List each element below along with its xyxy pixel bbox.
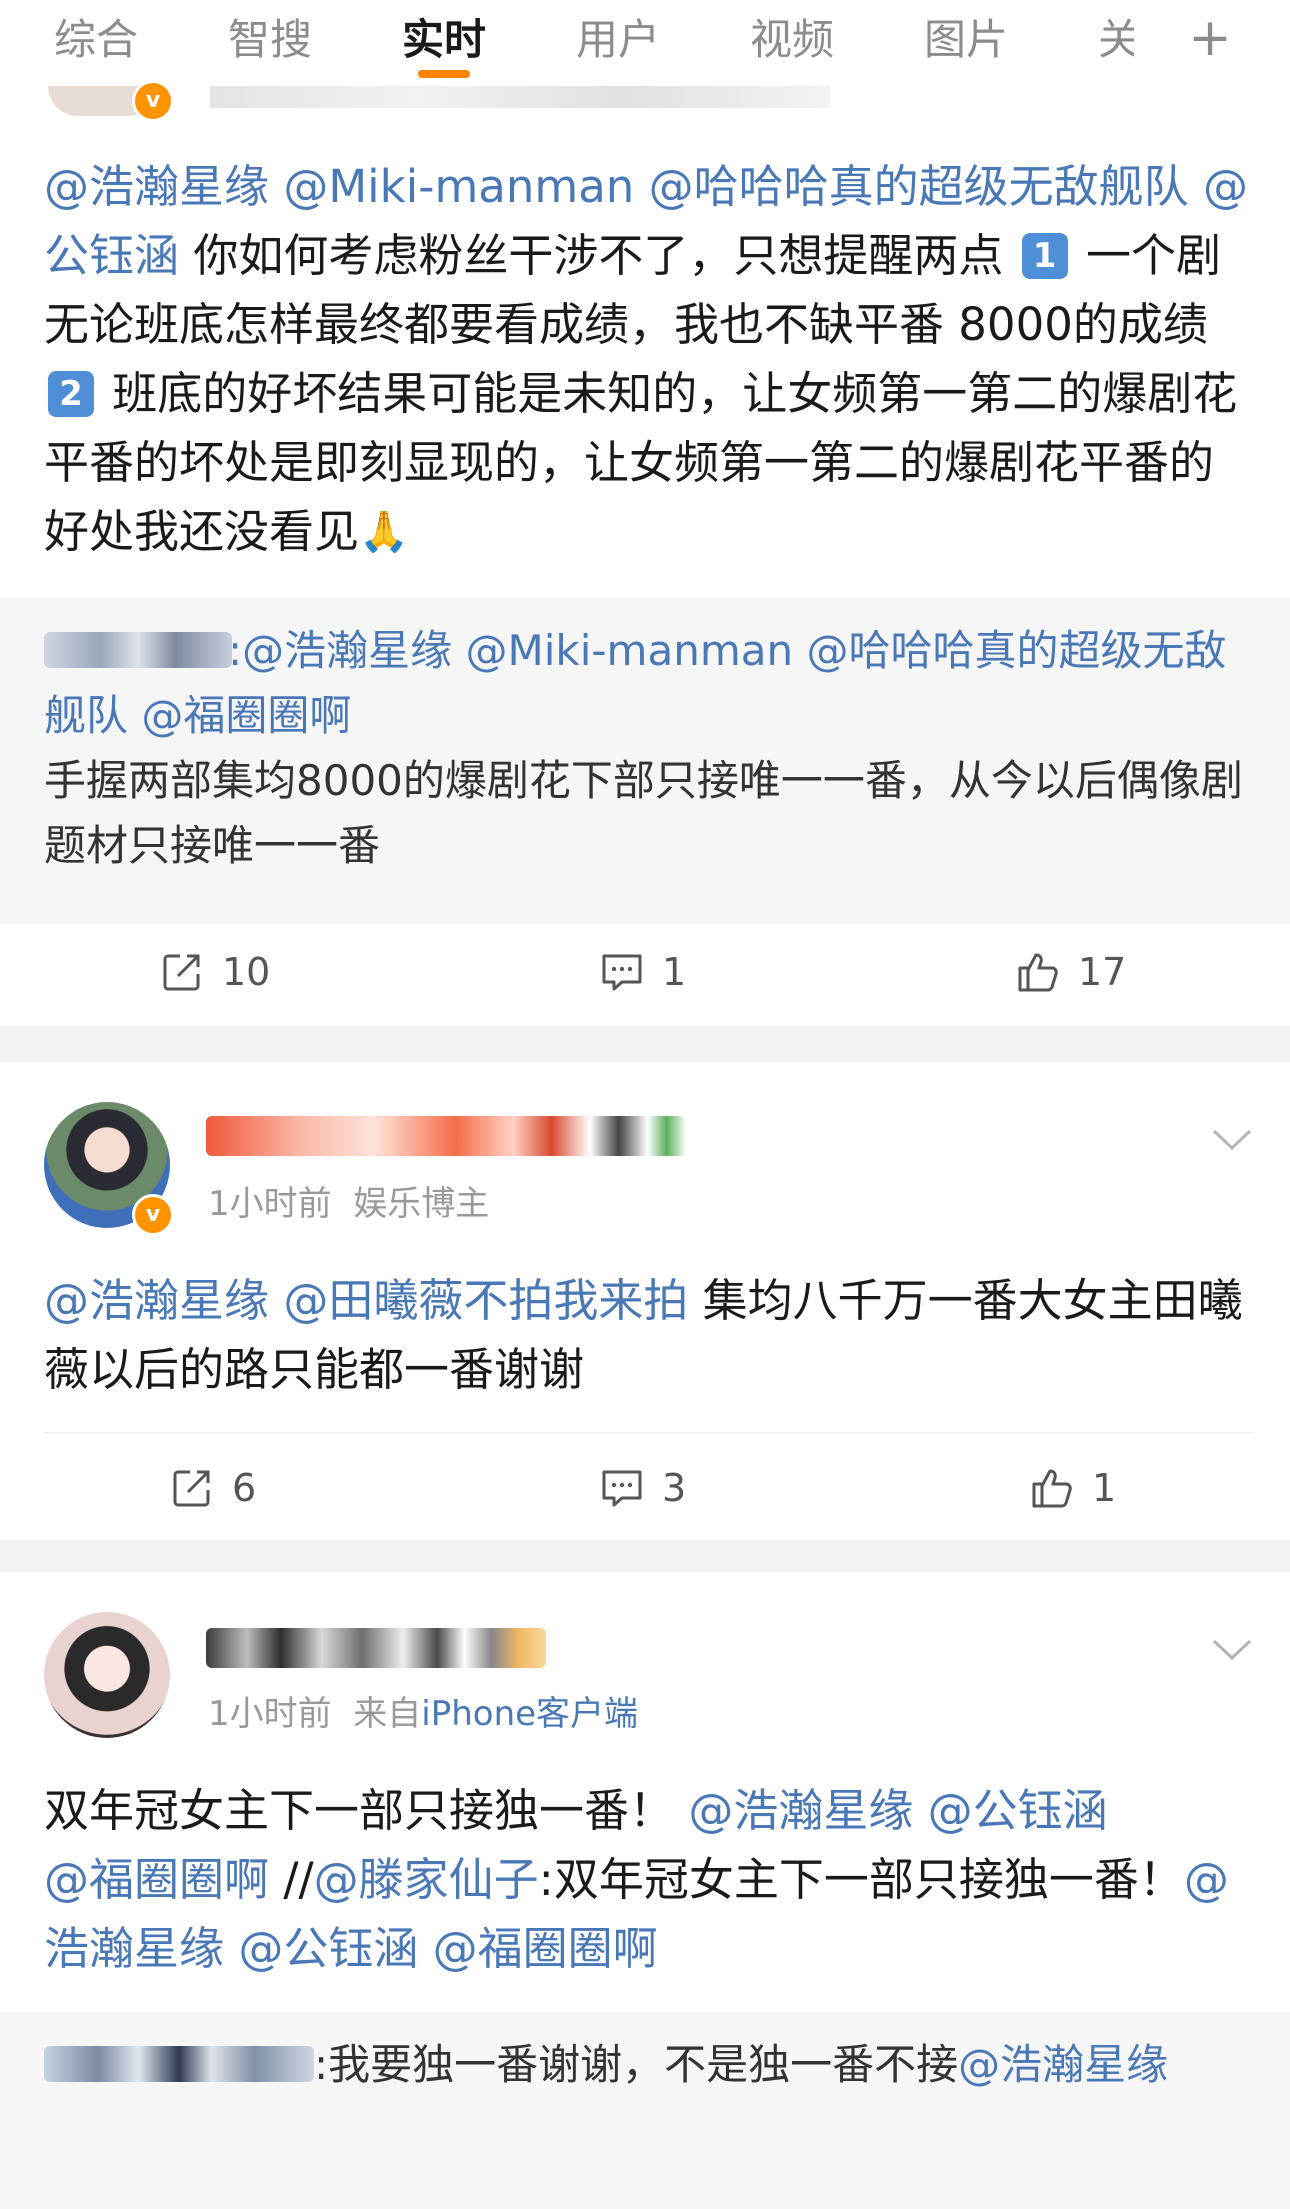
verified-badge-icon: v [132,1194,174,1236]
post-text-segment: 你如何考虑粉丝干涉不了，只想提醒两点 [179,229,1018,282]
repost-count: 10 [222,950,271,994]
comment-icon [602,1470,642,1507]
mention-link[interactable]: @福圈圈啊 [418,1922,658,1975]
post-text-segment: 班底的好坏结果可能是未知的，让女频第一第二的爆剧花平番的坏处是即刻显现的，让女频… [44,367,1238,558]
post-card-2: v 1小时前 娱乐博主 @浩瀚星缘 @田曦薇不拍我来拍 集均八千万一番大女主田曦… [0,1062,1290,1540]
post-source-label: 来自 [353,1694,422,1734]
tab-smart-search[interactable]: 智搜 [228,14,312,66]
add-tab-icon[interactable]: + [1188,12,1232,66]
mention-link[interactable]: @哈哈哈真的超级无敌舰队 [649,160,1189,213]
retweet-box[interactable]: :@浩瀚星缘 @Miki-manman @哈哈哈真的超级无敌舰队 @福圈圈啊 手握… [0,598,1290,924]
repost-button[interactable]: 10 [160,946,270,998]
mention-link[interactable]: @浩瀚星缘 [674,1784,913,1837]
post-time: 1小时前 [208,1184,332,1224]
blurred-username[interactable] [206,1116,686,1156]
blurred-username[interactable] [206,1628,546,1668]
like-button[interactable]: 1 [1030,1462,1116,1514]
post-text-segment: :双年冠女主下一部只接独一番！ [538,1853,1184,1906]
mention-link[interactable]: @福圈圈啊 [128,691,351,740]
mention-link[interactable]: @Miki-manman [283,160,634,213]
retweet-body: :我要独一番谢谢，不是独一番不接 [314,2040,959,2089]
mention-link[interactable]: @Miki-manman [452,626,794,675]
tab-users[interactable]: 用户 [576,14,660,66]
pray-emoji-icon: 🙏 [359,509,409,555]
post-actions: 6 3 1 [0,1442,1290,1532]
post-card-1: v @浩瀚星缘 @Miki-manman @哈哈哈真的超级无敌舰队 @公钰涵 你… [0,80,1290,1026]
keycap-2-icon: 2 [48,371,94,417]
comment-button[interactable]: 3 [600,1462,686,1514]
mention-link[interactable]: @浩瀚星缘 [44,160,269,213]
post-text: @浩瀚星缘 @Miki-manman @哈哈哈真的超级无敌舰队 @公钰涵 你如何… [44,152,1254,567]
repost-icon [173,1470,210,1507]
comment-icon [602,954,642,991]
comment-button[interactable]: 1 [600,946,686,998]
post-meta: 1小时前 娱乐博主 [208,1182,489,1226]
like-count: 17 [1078,950,1127,994]
author-role: 娱乐博主 [353,1184,490,1224]
comment-count: 3 [662,1466,687,1510]
verified-badge-icon: v [132,80,174,122]
post-text: @浩瀚星缘 @田曦薇不拍我来拍 集均八千万一番大女主田曦薇以后的路只能都一番谢谢 [44,1266,1254,1404]
post-text-segment: 双年冠女主下一部只接独一番！ [44,1784,675,1837]
mention-link[interactable]: @田曦薇不拍我来拍 [269,1274,688,1327]
post-source-link[interactable]: iPhone客户端 [421,1694,638,1734]
mention-link[interactable]: @公钰涵 [913,1784,1108,1837]
mention-link[interactable]: @滕家仙子 [314,1853,539,1906]
post-text-segment: // [269,1853,314,1906]
post-text: 双年冠女主下一部只接独一番！ @浩瀚星缘 @公钰涵 @福圈圈啊 //@滕家仙子:双… [44,1776,1254,1983]
like-button[interactable]: 17 [1016,946,1126,998]
tab-images[interactable]: 图片 [924,14,1008,66]
post-card-3: 1小时前 来自iPhone客户端 双年冠女主下一部只接独一番！ @浩瀚星缘 @公… [0,1572,1290,2209]
mention-link[interactable]: @福圈圈啊 [44,1853,269,1906]
tab-following-partial[interactable]: 关 [1098,14,1134,66]
active-tab-indicator [418,70,470,78]
thumbs-up-icon [1032,1469,1072,1508]
mention-link[interactable]: @公钰涵 [224,1922,418,1975]
repost-count: 6 [232,1466,257,1510]
tab-comprehensive[interactable]: 综合 [54,14,138,66]
tab-video[interactable]: 视频 [750,14,834,66]
retweet-text: :@浩瀚星缘 @Miki-manman @哈哈哈真的超级无敌舰队 @福圈圈啊 手握… [44,618,1244,878]
tab-realtime[interactable]: 实时 [402,14,486,66]
mention-link[interactable]: @浩瀚星缘 [44,1274,269,1327]
chevron-down-icon[interactable] [1212,1128,1252,1152]
chevron-down-icon[interactable] [1212,1638,1252,1662]
repost-icon [163,954,200,991]
retweet-text: :我要独一番谢谢，不是独一番不接@浩瀚星缘 [44,2032,1244,2097]
repost-button[interactable]: 6 [170,1462,256,1514]
retweet-box[interactable]: :我要独一番谢谢，不是独一番不接@浩瀚星缘 [0,2012,1290,2209]
mention-link[interactable]: @浩瀚星缘 [958,2040,1168,2089]
like-count: 1 [1092,1466,1117,1510]
search-tab-bar: 综合 智搜 实时 用户 视频 图片 关 + [0,0,1290,86]
post-meta: 1小时前 来自iPhone客户端 [208,1692,638,1736]
avatar[interactable] [44,1612,170,1738]
keycap-1-icon: 1 [1021,233,1068,279]
post-time: 1小时前 [208,1694,332,1734]
divider [44,1432,1254,1433]
mention-link[interactable]: :@浩瀚星缘 [228,626,452,675]
post-meta-cut [210,86,830,108]
post-actions: 10 1 17 [0,926,1290,1016]
thumbs-up-icon [1018,953,1058,992]
retweet-body: 手握两部集均8000的爆剧花下部只接唯一一番，从今以后偶像剧题材只接唯一一番 [44,756,1243,870]
comment-count: 1 [662,950,687,994]
